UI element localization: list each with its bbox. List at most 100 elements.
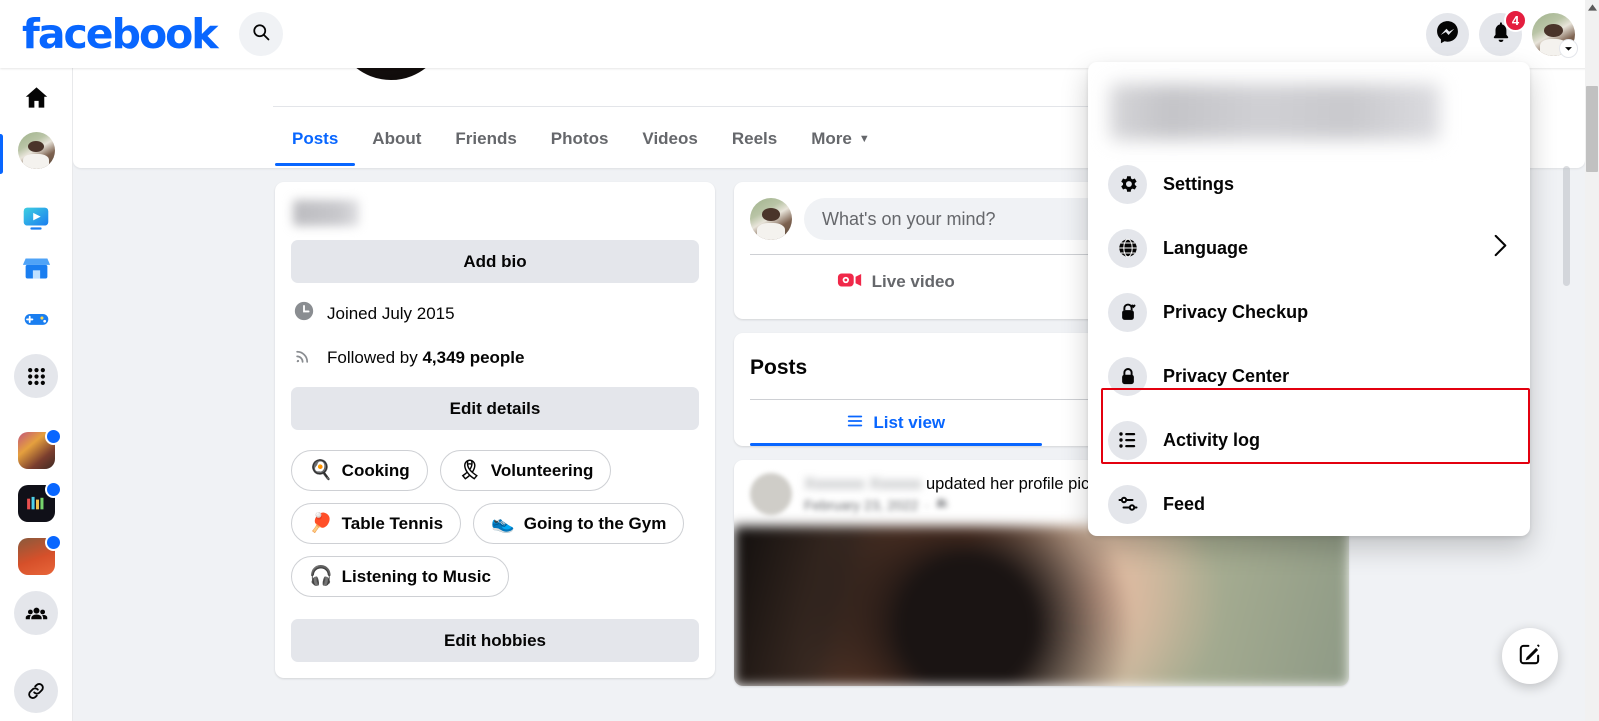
shortcut-badge-3 xyxy=(45,534,62,551)
tab-about[interactable]: About xyxy=(355,112,438,166)
sidebar-shortcut-1[interactable] xyxy=(14,428,62,469)
top-navigation-bar: facebook 4 xyxy=(0,0,1599,68)
page-scrollbar-thumb[interactable] xyxy=(1563,166,1570,286)
link-icon xyxy=(14,669,58,713)
clock-icon xyxy=(293,300,315,327)
search-button[interactable] xyxy=(238,12,283,56)
rss-icon xyxy=(293,344,315,371)
sidebar-shortcut-3[interactable] xyxy=(14,534,62,575)
joined-text: Joined July 2015 xyxy=(327,303,455,323)
apps-grid-icon xyxy=(14,354,58,398)
profile-picture[interactable] xyxy=(331,68,451,84)
compose-pencil-icon xyxy=(1517,641,1543,672)
messenger-button[interactable] xyxy=(1426,12,1469,56)
dropdown-profile-row-redacted[interactable] xyxy=(1110,84,1440,140)
sidebar-item-groups[interactable] xyxy=(14,591,58,635)
sidebar-shortcut-2[interactable] xyxy=(14,481,62,522)
chevron-down-icon: ▼ xyxy=(858,133,870,145)
sidebar-item-home[interactable] xyxy=(14,84,58,116)
menu-item-language[interactable]: Language xyxy=(1096,216,1522,280)
cooking-icon: 🍳 xyxy=(309,460,333,481)
sidebar-item-all-shortcuts[interactable] xyxy=(14,354,58,398)
edit-hobbies-button[interactable]: Edit hobbies xyxy=(291,619,699,662)
menu-item-label: Privacy Checkup xyxy=(1163,301,1309,322)
profile-avatar xyxy=(17,132,55,169)
lock-heart-icon xyxy=(1108,292,1147,332)
menu-item-label: Privacy Center xyxy=(1163,365,1290,386)
page-title: Posts xyxy=(750,356,808,379)
tab-posts[interactable]: Posts xyxy=(275,112,356,166)
post-timestamp: February 23, 2022 · xyxy=(804,497,1122,513)
dropdown-items: Settings Language Privacy Checkup Privac… xyxy=(1096,152,1522,536)
lock-icon xyxy=(1108,356,1147,396)
intro-card: Add bio Joined July 2015 Followed by 4,3… xyxy=(275,182,715,678)
joined-row: Joined July 2015 xyxy=(293,300,699,327)
facebook-logo[interactable]: facebook xyxy=(22,13,219,55)
sidebar-item-links[interactable] xyxy=(14,669,58,713)
notification-badge: 4 xyxy=(1504,8,1527,32)
tab-reels[interactable]: Reels xyxy=(715,112,794,166)
post-author-avatar[interactable] xyxy=(750,473,792,515)
menu-item-feed[interactable]: Feed xyxy=(1096,472,1522,536)
sliders-icon xyxy=(1108,484,1147,524)
sidebar-item-marketplace[interactable] xyxy=(14,254,58,288)
live-video-icon xyxy=(837,267,863,298)
sidebar-item-video[interactable] xyxy=(14,203,58,238)
create-post-fab[interactable] xyxy=(1502,628,1558,684)
followers-count: 4,349 people xyxy=(422,347,525,367)
profile-name-redacted xyxy=(293,200,359,226)
page-scrollbar[interactable] xyxy=(1562,136,1571,721)
chevron-down-icon xyxy=(1559,38,1578,58)
hobby-chip-cooking[interactable]: 🍳 Cooking xyxy=(291,450,428,491)
activity-list-icon xyxy=(1108,420,1147,460)
menu-item-privacy-checkup[interactable]: Privacy Checkup xyxy=(1096,280,1522,344)
edit-details-button[interactable]: Edit details xyxy=(291,387,699,430)
post-image[interactable] xyxy=(734,526,1349,686)
hobby-chip-table-tennis[interactable]: 🏓 Table Tennis xyxy=(291,503,462,544)
sidebar-item-gaming[interactable] xyxy=(14,304,58,338)
tab-photos[interactable]: Photos xyxy=(534,112,626,166)
menu-item-label: Activity log xyxy=(1163,429,1261,450)
menu-item-label: Settings xyxy=(1163,173,1235,194)
tab-more[interactable]: More ▼ xyxy=(794,112,887,166)
sneaker-icon: 👟 xyxy=(491,513,515,534)
menu-item-label: Language xyxy=(1163,237,1249,258)
hobby-chips: 🍳 Cooking 🎗 Volunteering 🏓 Table Tennis xyxy=(291,450,699,597)
table-tennis-icon: 🏓 xyxy=(309,513,333,534)
left-rail xyxy=(0,68,73,721)
globe-icon xyxy=(1108,228,1147,268)
messenger-icon xyxy=(1435,19,1460,49)
shortcut-badge-1 xyxy=(45,428,62,445)
hobby-chip-gym[interactable]: 👟 Going to the Gym xyxy=(473,503,685,544)
menu-item-settings[interactable]: Settings xyxy=(1096,152,1522,216)
menu-item-activity-log[interactable]: Activity log xyxy=(1096,408,1522,472)
tab-list-view[interactable]: List view xyxy=(750,400,1042,446)
notifications-button[interactable]: 4 xyxy=(1479,8,1527,56)
groups-icon xyxy=(14,591,58,635)
tab-videos[interactable]: Videos xyxy=(625,112,714,166)
headphones-icon: 🎧 xyxy=(309,566,333,587)
home-icon xyxy=(23,84,50,116)
ribbon-icon: 🎗 xyxy=(457,460,482,481)
scroll-up-arrow[interactable] xyxy=(1585,0,1599,14)
video-icon xyxy=(21,203,51,238)
tab-friends[interactable]: Friends xyxy=(438,112,533,166)
sidebar-item-profile[interactable] xyxy=(0,132,58,174)
account-menu-button[interactable] xyxy=(1532,12,1578,58)
hobby-chip-volunteering[interactable]: 🎗 Volunteering xyxy=(439,450,612,491)
menu-item-label: Feed xyxy=(1163,493,1206,514)
gaming-icon xyxy=(22,304,51,338)
followers-text: Followed by 4,349 people xyxy=(327,347,525,367)
followers-row: Followed by 4,349 people xyxy=(293,344,699,371)
left-column: Add bio Joined July 2015 Followed by 4,3… xyxy=(275,182,715,678)
post-author-line: Xxxxxxx Xxxxxx updated her profile pictu… xyxy=(804,475,1122,494)
profile-tabs: Posts About Friends Photos Videos Reels … xyxy=(275,112,887,166)
hobby-chip-music[interactable]: 🎧 Listening to Music xyxy=(291,556,509,597)
menu-item-privacy-center[interactable]: Privacy Center xyxy=(1096,344,1522,408)
marketplace-icon xyxy=(22,254,51,288)
chevron-right-icon xyxy=(1493,234,1508,263)
live-video-button[interactable]: Live video xyxy=(750,261,1042,303)
browser-scrollbar[interactable] xyxy=(1585,0,1599,721)
browser-scrollbar-thumb[interactable] xyxy=(1586,86,1598,172)
add-bio-button[interactable]: Add bio xyxy=(291,240,699,283)
